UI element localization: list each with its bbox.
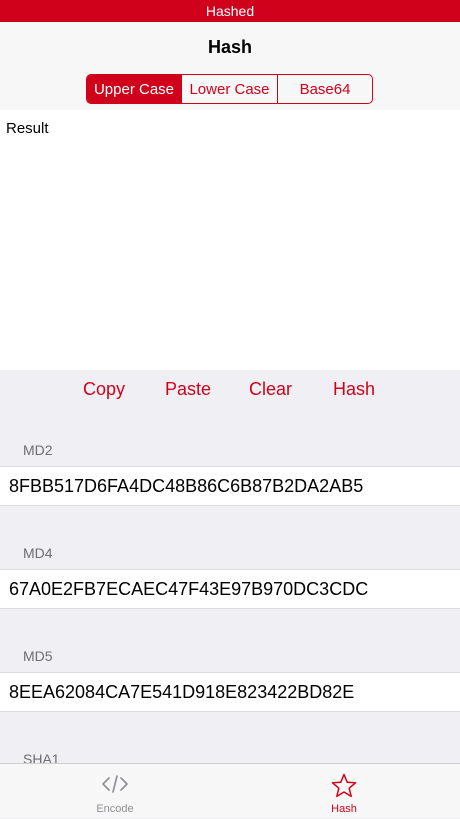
hash-header-md5: MD5 [23, 648, 53, 664]
action-bar: Copy Paste Clear Hash [0, 370, 460, 408]
case-selector-container: Upper Case Lower Case Base64 [0, 72, 460, 110]
status-bar: Hashed [0, 0, 460, 22]
hash-value-md4[interactable]: 67A0E2FB7ECAEC47F43E97B970DC3CDC [0, 569, 460, 609]
hash-button[interactable]: Hash [333, 370, 375, 408]
navigation-bar: Hash [0, 22, 460, 73]
paste-button[interactable]: Paste [165, 370, 211, 408]
hash-header-md4: MD4 [23, 545, 53, 561]
result-text-area[interactable]: Result [0, 110, 460, 370]
tab-encode[interactable]: Encode [75, 764, 155, 819]
segment-lower-case[interactable]: Lower Case [182, 75, 278, 103]
status-bar-title: Hashed [205, 3, 255, 19]
copy-button[interactable]: Copy [83, 370, 125, 408]
tab-hash[interactable]: Hash [304, 764, 384, 819]
hash-value-md2[interactable]: 8FBB517D6FA4DC48B86C6B87B2DA2AB5 [0, 466, 460, 506]
segment-upper-case[interactable]: Upper Case [87, 75, 182, 103]
hash-value-md5[interactable]: 8EEA62084CA7E541D918E823422BD82E [0, 672, 460, 712]
tab-hash-label: Hash [331, 803, 357, 815]
page-title: Hash [207, 37, 252, 57]
tab-bar: Encode Hash [0, 763, 460, 818]
segment-base64[interactable]: Base64 [278, 75, 372, 103]
hash-header-md2: MD2 [23, 442, 53, 458]
star-icon [331, 773, 357, 798]
clear-button[interactable]: Clear [249, 370, 292, 408]
result-text: Result [6, 120, 49, 137]
code-icon [102, 775, 128, 793]
case-segmented-control: Upper Case Lower Case Base64 [86, 74, 373, 104]
tab-encode-label: Encode [96, 803, 134, 815]
